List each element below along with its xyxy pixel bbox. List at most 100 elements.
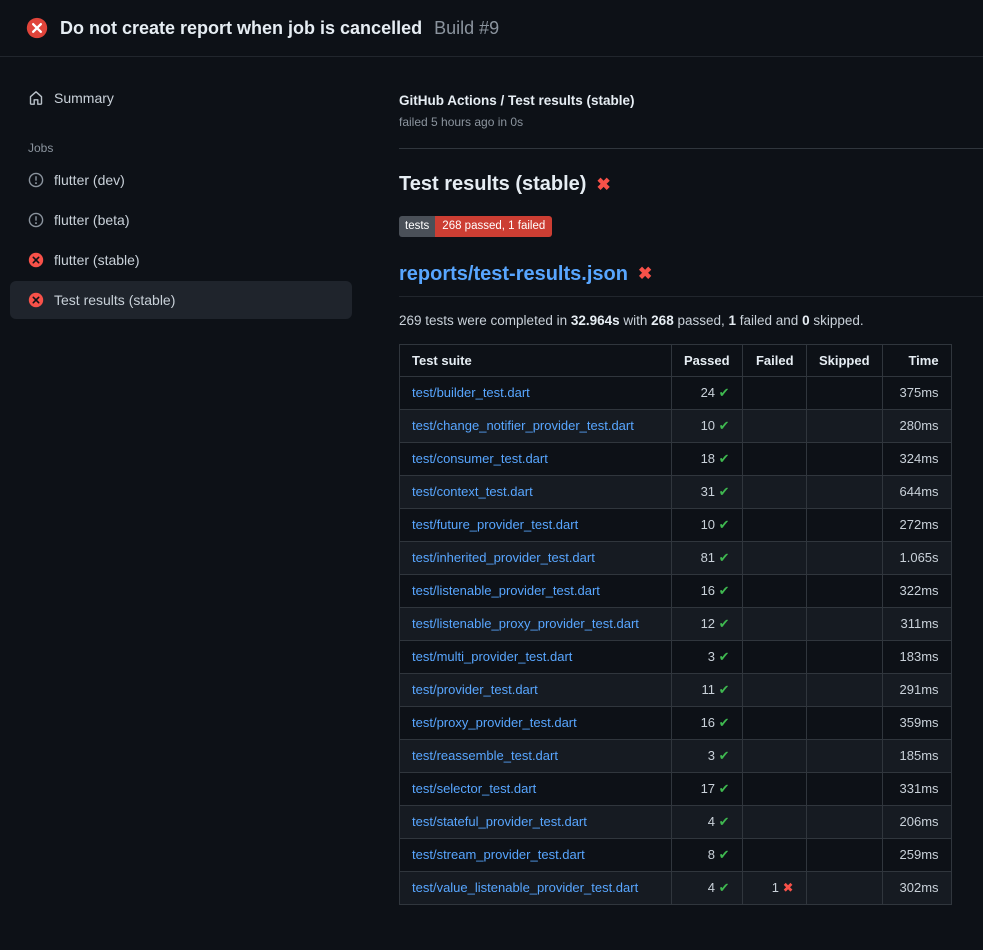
table-row: test/consumer_test.dart18 ✔324ms: [400, 442, 952, 475]
suite-cell: test/stateful_provider_test.dart: [400, 805, 672, 838]
test-suite-link[interactable]: test/stateful_provider_test.dart: [412, 814, 587, 829]
table-row: test/provider_test.dart11 ✔291ms: [400, 673, 952, 706]
failed-cell: [742, 508, 806, 541]
skipped-cell: [806, 640, 882, 673]
test-suite-link[interactable]: test/inherited_provider_test.dart: [412, 550, 595, 565]
time-cell: 280ms: [882, 409, 951, 442]
skipped-cell: [806, 409, 882, 442]
test-suite-link[interactable]: test/value_listenable_provider_test.dart: [412, 880, 638, 895]
test-suite-link[interactable]: test/listenable_provider_test.dart: [412, 583, 600, 598]
skipped-cell: [806, 838, 882, 871]
time-cell: 331ms: [882, 772, 951, 805]
skipped-cell: [806, 607, 882, 640]
suite-cell: test/context_test.dart: [400, 475, 672, 508]
table-row: test/value_listenable_provider_test.dart…: [400, 871, 952, 904]
report-heading: reports/test-results.json ✖: [399, 263, 983, 297]
test-suite-link[interactable]: test/listenable_proxy_provider_test.dart: [412, 616, 639, 631]
failed-cell: [742, 442, 806, 475]
failed-cell: [742, 706, 806, 739]
skipped-cell: [806, 673, 882, 706]
failed-cell: [742, 574, 806, 607]
skipped-cell: [806, 508, 882, 541]
table-row: test/inherited_provider_test.dart81 ✔1.0…: [400, 541, 952, 574]
page-title: Do not create report when job is cancell…: [60, 18, 422, 39]
sidebar-job-flutter-stable[interactable]: flutter (stable): [10, 241, 352, 279]
neutral-status-icon: [28, 212, 44, 228]
check-icon: ✔: [719, 748, 730, 763]
test-suite-link[interactable]: test/reassemble_test.dart: [412, 748, 558, 763]
time-cell: 375ms: [882, 376, 951, 409]
sidebar: Summary Jobs flutter (dev) flut: [0, 57, 383, 321]
test-suite-link[interactable]: test/builder_test.dart: [412, 385, 530, 400]
check-icon: ✔: [719, 550, 730, 565]
test-suite-link[interactable]: test/selector_test.dart: [412, 781, 536, 796]
sidebar-item-label: Test results (stable): [54, 292, 175, 308]
test-suite-link[interactable]: test/stream_provider_test.dart: [412, 847, 585, 862]
column-header-skipped: Skipped: [806, 344, 882, 376]
time-cell: 324ms: [882, 442, 951, 475]
failed-cell: [742, 739, 806, 772]
suite-cell: test/stream_provider_test.dart: [400, 838, 672, 871]
passed-cell: 24 ✔: [672, 376, 743, 409]
skipped-cell: [806, 376, 882, 409]
test-suite-link[interactable]: test/future_provider_test.dart: [412, 517, 578, 532]
test-suite-link[interactable]: test/change_notifier_provider_test.dart: [412, 418, 634, 433]
check-icon: ✔: [719, 517, 730, 532]
check-title: Test results (stable) ✖: [399, 173, 952, 196]
time-cell: 1.065s: [882, 541, 951, 574]
report-file-link[interactable]: reports/test-results.json: [399, 263, 628, 286]
check-icon: ✔: [719, 385, 730, 400]
check-icon: ✔: [719, 418, 730, 433]
suite-cell: test/multi_provider_test.dart: [400, 640, 672, 673]
skipped-cell: [806, 772, 882, 805]
passed-cell: 17 ✔: [672, 772, 743, 805]
passed-cell: 3 ✔: [672, 640, 743, 673]
summary-passed-count: 268: [651, 313, 674, 328]
summary-text: passed,: [674, 313, 729, 328]
failed-cell: [742, 376, 806, 409]
page-body: Summary Jobs flutter (dev) flut: [0, 57, 983, 905]
failed-cell: [742, 409, 806, 442]
time-cell: 311ms: [882, 607, 951, 640]
check-title-text: Test results (stable): [399, 173, 586, 196]
badge-value: 268 passed, 1 failed: [435, 216, 552, 237]
time-cell: 644ms: [882, 475, 951, 508]
check-icon: ✔: [719, 616, 730, 631]
status-line: failed 5 hours ago in 0s: [399, 115, 952, 129]
summary-text: failed and: [736, 313, 802, 328]
time-cell: 206ms: [882, 805, 951, 838]
skipped-cell: [806, 442, 882, 475]
summary-failed-count: 1: [729, 313, 737, 328]
passed-cell: 11 ✔: [672, 673, 743, 706]
table-row: test/multi_provider_test.dart3 ✔183ms: [400, 640, 952, 673]
test-results-table: Test suitePassedFailedSkippedTime test/b…: [399, 344, 952, 905]
sidebar-job-flutter-beta[interactable]: flutter (beta): [10, 201, 352, 239]
sidebar-job-test-results-stable[interactable]: Test results (stable): [10, 281, 352, 319]
test-suite-link[interactable]: test/consumer_test.dart: [412, 451, 548, 466]
summary-text: skipped.: [810, 313, 864, 328]
test-suite-link[interactable]: test/provider_test.dart: [412, 682, 538, 697]
passed-cell: 10 ✔: [672, 409, 743, 442]
time-cell: 302ms: [882, 871, 951, 904]
table-row: test/change_notifier_provider_test.dart 1…: [400, 409, 952, 442]
skipped-cell: [806, 706, 882, 739]
home-icon: [28, 90, 44, 106]
failed-x-icon: ✖: [638, 264, 652, 284]
passed-cell: 4 ✔: [672, 805, 743, 838]
time-cell: 322ms: [882, 574, 951, 607]
failed-circle-icon: [28, 292, 44, 308]
sidebar-item-label: flutter (beta): [54, 212, 129, 228]
table-body: test/builder_test.dart24 ✔375mstest/chan…: [400, 376, 952, 904]
table-row: test/builder_test.dart 24 ✔ 375ms: [400, 376, 952, 409]
table-row: test/listenable_provider_test.dart16 ✔32…: [400, 574, 952, 607]
sidebar-job-flutter-dev[interactable]: flutter (dev): [10, 161, 352, 199]
check-icon: ✔: [719, 649, 730, 664]
sidebar-item-summary[interactable]: Summary: [10, 79, 352, 117]
table-header-row: Test suitePassedFailedSkippedTime: [400, 344, 952, 376]
test-suite-link[interactable]: test/multi_provider_test.dart: [412, 649, 572, 664]
table-row: test/stateful_provider_test.dart 4 ✔ 206ms: [400, 805, 952, 838]
test-suite-link[interactable]: test/context_test.dart: [412, 484, 533, 499]
table-row: test/listenable_proxy_provider_test.dart…: [400, 607, 952, 640]
test-suite-link[interactable]: test/proxy_provider_test.dart: [412, 715, 577, 730]
summary-duration: 32.964s: [571, 313, 620, 328]
